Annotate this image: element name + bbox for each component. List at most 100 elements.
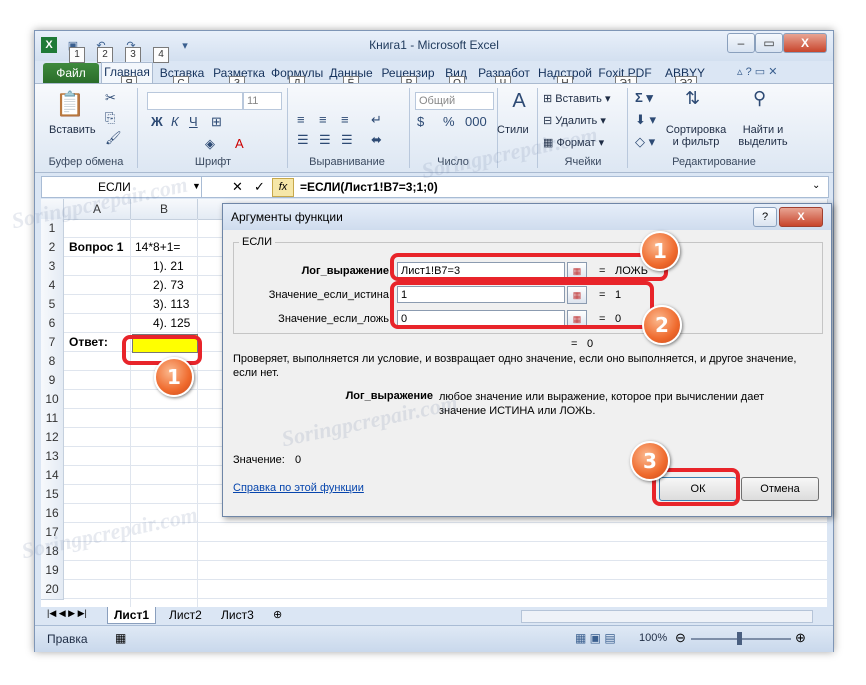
grid-line: [197, 219, 198, 607]
underline-icon[interactable]: Ч: [189, 114, 198, 129]
merge-icon[interactable]: ⬌: [371, 132, 382, 148]
formula-expand-icon[interactable]: ⌄: [812, 180, 820, 191]
sheet-tab-1[interactable]: Лист1: [107, 607, 157, 624]
cell-a2[interactable]: Вопрос 1: [69, 238, 123, 257]
align-center-icon[interactable]: ☰: [319, 132, 331, 148]
enter-icon[interactable]: ✓: [254, 179, 265, 195]
row-header[interactable]: 8: [41, 352, 64, 372]
align-right-icon[interactable]: ☰: [341, 132, 353, 148]
dialog-title: Аргументы функции: [231, 210, 343, 224]
row-header[interactable]: 13: [41, 447, 64, 467]
cell-b3[interactable]: 1). 21: [153, 257, 184, 276]
insert-sheet-icon[interactable]: ⊕: [273, 608, 282, 621]
cell-b5[interactable]: 3). 113: [153, 295, 189, 314]
insert-cells-button[interactable]: ⊞ Вставить ▾: [543, 92, 611, 105]
window-title: Книга1 - Microsoft Excel: [369, 38, 499, 52]
row-header[interactable]: 5: [41, 295, 64, 315]
cell-b2[interactable]: 14*8+1=: [135, 238, 180, 257]
row-header[interactable]: 19: [41, 561, 64, 581]
maximize-button[interactable]: ▭: [755, 33, 783, 53]
row-header[interactable]: 4: [41, 276, 64, 296]
find-select-button[interactable]: Найти и выделить: [731, 124, 795, 148]
row-header[interactable]: 11: [41, 409, 64, 429]
row-header[interactable]: 10: [41, 390, 64, 410]
bold-icon[interactable]: Ж: [151, 114, 163, 129]
minimize-button[interactable]: –: [727, 33, 755, 53]
zoom-out-icon[interactable]: ⊖: [675, 630, 686, 646]
sort-filter-icon[interactable]: ⇅: [685, 88, 700, 109]
horizontal-scrollbar[interactable]: [521, 610, 813, 623]
dialog-help-button[interactable]: ?: [753, 207, 777, 227]
sheet-tab-3[interactable]: Лист3: [215, 607, 260, 623]
font-size-box[interactable]: 11: [243, 92, 282, 110]
sort-filter-label-1: Сортировка: [665, 124, 727, 136]
dialog-title-bar: Аргументы функции ? X: [223, 204, 831, 230]
row-header[interactable]: 2: [41, 238, 64, 258]
name-box-dropdown-icon[interactable]: ▼: [192, 181, 201, 191]
help-link[interactable]: Справка по этой функции: [233, 482, 364, 494]
cut-icon[interactable]: ✂: [105, 90, 116, 106]
paste-button[interactable]: Вставить: [49, 124, 96, 136]
cancel-button[interactable]: Отмена: [741, 477, 819, 501]
format-painter-icon[interactable]: 🖌: [105, 130, 122, 146]
fill-icon[interactable]: ⬇ ▾: [635, 112, 656, 128]
comma-style-icon[interactable]: 000: [465, 114, 487, 129]
insert-function-button[interactable]: fx: [272, 178, 294, 197]
row-header[interactable]: 7: [41, 333, 64, 353]
currency-icon[interactable]: $: [417, 114, 424, 129]
italic-icon[interactable]: К: [171, 114, 179, 129]
find-icon[interactable]: ⚲: [753, 88, 766, 109]
group-align: Выравнивание: [309, 156, 385, 168]
ribbon-minimize-icon[interactable]: ▵ ? ▭ ✕: [737, 65, 777, 78]
cell-a7[interactable]: Ответ:: [69, 333, 108, 352]
step-badge-3: 3: [630, 441, 670, 481]
group-clipboard: Буфер обмена: [48, 156, 124, 168]
macro-record-icon[interactable]: ▦: [115, 631, 126, 645]
align-middle-icon[interactable]: ≡: [319, 112, 327, 127]
zoom-in-icon[interactable]: ⊕: [795, 630, 806, 646]
copy-icon[interactable]: ⎘: [105, 110, 115, 126]
align-top-icon[interactable]: ≡: [297, 112, 305, 127]
zoom-level[interactable]: 100%: [639, 632, 667, 644]
row-header[interactable]: 9: [41, 371, 64, 391]
sheet-nav-first-icon[interactable]: |◀ ◀ ▶ ▶|: [47, 608, 87, 619]
status-mode: Правка: [47, 632, 88, 646]
align-left-icon[interactable]: ☰: [297, 132, 309, 148]
sheet-tab-2[interactable]: Лист2: [163, 607, 208, 623]
row-header[interactable]: 12: [41, 428, 64, 448]
title-bar: X ▣ 1 ↶ 2 ↷ 3 4 ▾ Книга1 - Microsoft Exc…: [35, 31, 833, 63]
font-color-icon[interactable]: A: [235, 136, 244, 151]
sort-filter-button[interactable]: Сортировка и фильтр: [663, 124, 729, 148]
row-header[interactable]: 20: [41, 580, 64, 600]
wrap-text-icon[interactable]: ↵: [371, 112, 382, 128]
view-buttons[interactable]: ▦ ▣ ▤: [575, 631, 616, 645]
percent-icon[interactable]: %: [443, 114, 455, 129]
cell-b4[interactable]: 2). 73: [153, 276, 184, 295]
fill-color-icon[interactable]: ◈: [205, 136, 215, 152]
row-header[interactable]: 16: [41, 504, 64, 524]
close-button[interactable]: X: [783, 33, 827, 53]
step-badge-1-cell: 1: [154, 357, 194, 397]
number-format-box[interactable]: Общий: [415, 92, 494, 110]
row-header[interactable]: 14: [41, 466, 64, 486]
row-header[interactable]: 3: [41, 257, 64, 277]
grid-line: [64, 560, 827, 561]
cell-b6[interactable]: 4). 125: [153, 314, 190, 333]
autosum-icon[interactable]: Σ ▾: [635, 90, 653, 106]
dialog-close-button[interactable]: X: [779, 207, 823, 227]
clear-icon[interactable]: ◇ ▾: [635, 134, 655, 150]
total-eq: =: [571, 338, 578, 350]
cancel-icon[interactable]: ✕: [232, 179, 243, 195]
font-name-box[interactable]: [147, 92, 243, 110]
row-header[interactable]: 6: [41, 314, 64, 334]
row-header[interactable]: 15: [41, 485, 64, 505]
align-bottom-icon[interactable]: ≡: [341, 112, 349, 127]
formula-input[interactable]: =ЕСЛИ(Лист1!B7=3;1;0): [300, 177, 438, 197]
paste-icon[interactable]: 📋: [55, 90, 85, 119]
styles-icon[interactable]: A: [501, 90, 537, 113]
grid-line: [64, 598, 827, 599]
border-icon[interactable]: ⊞: [211, 114, 222, 130]
styles-button[interactable]: Стили: [497, 124, 529, 136]
ribbon-separator: [287, 88, 288, 168]
zoom-slider-thumb[interactable]: [737, 632, 742, 645]
